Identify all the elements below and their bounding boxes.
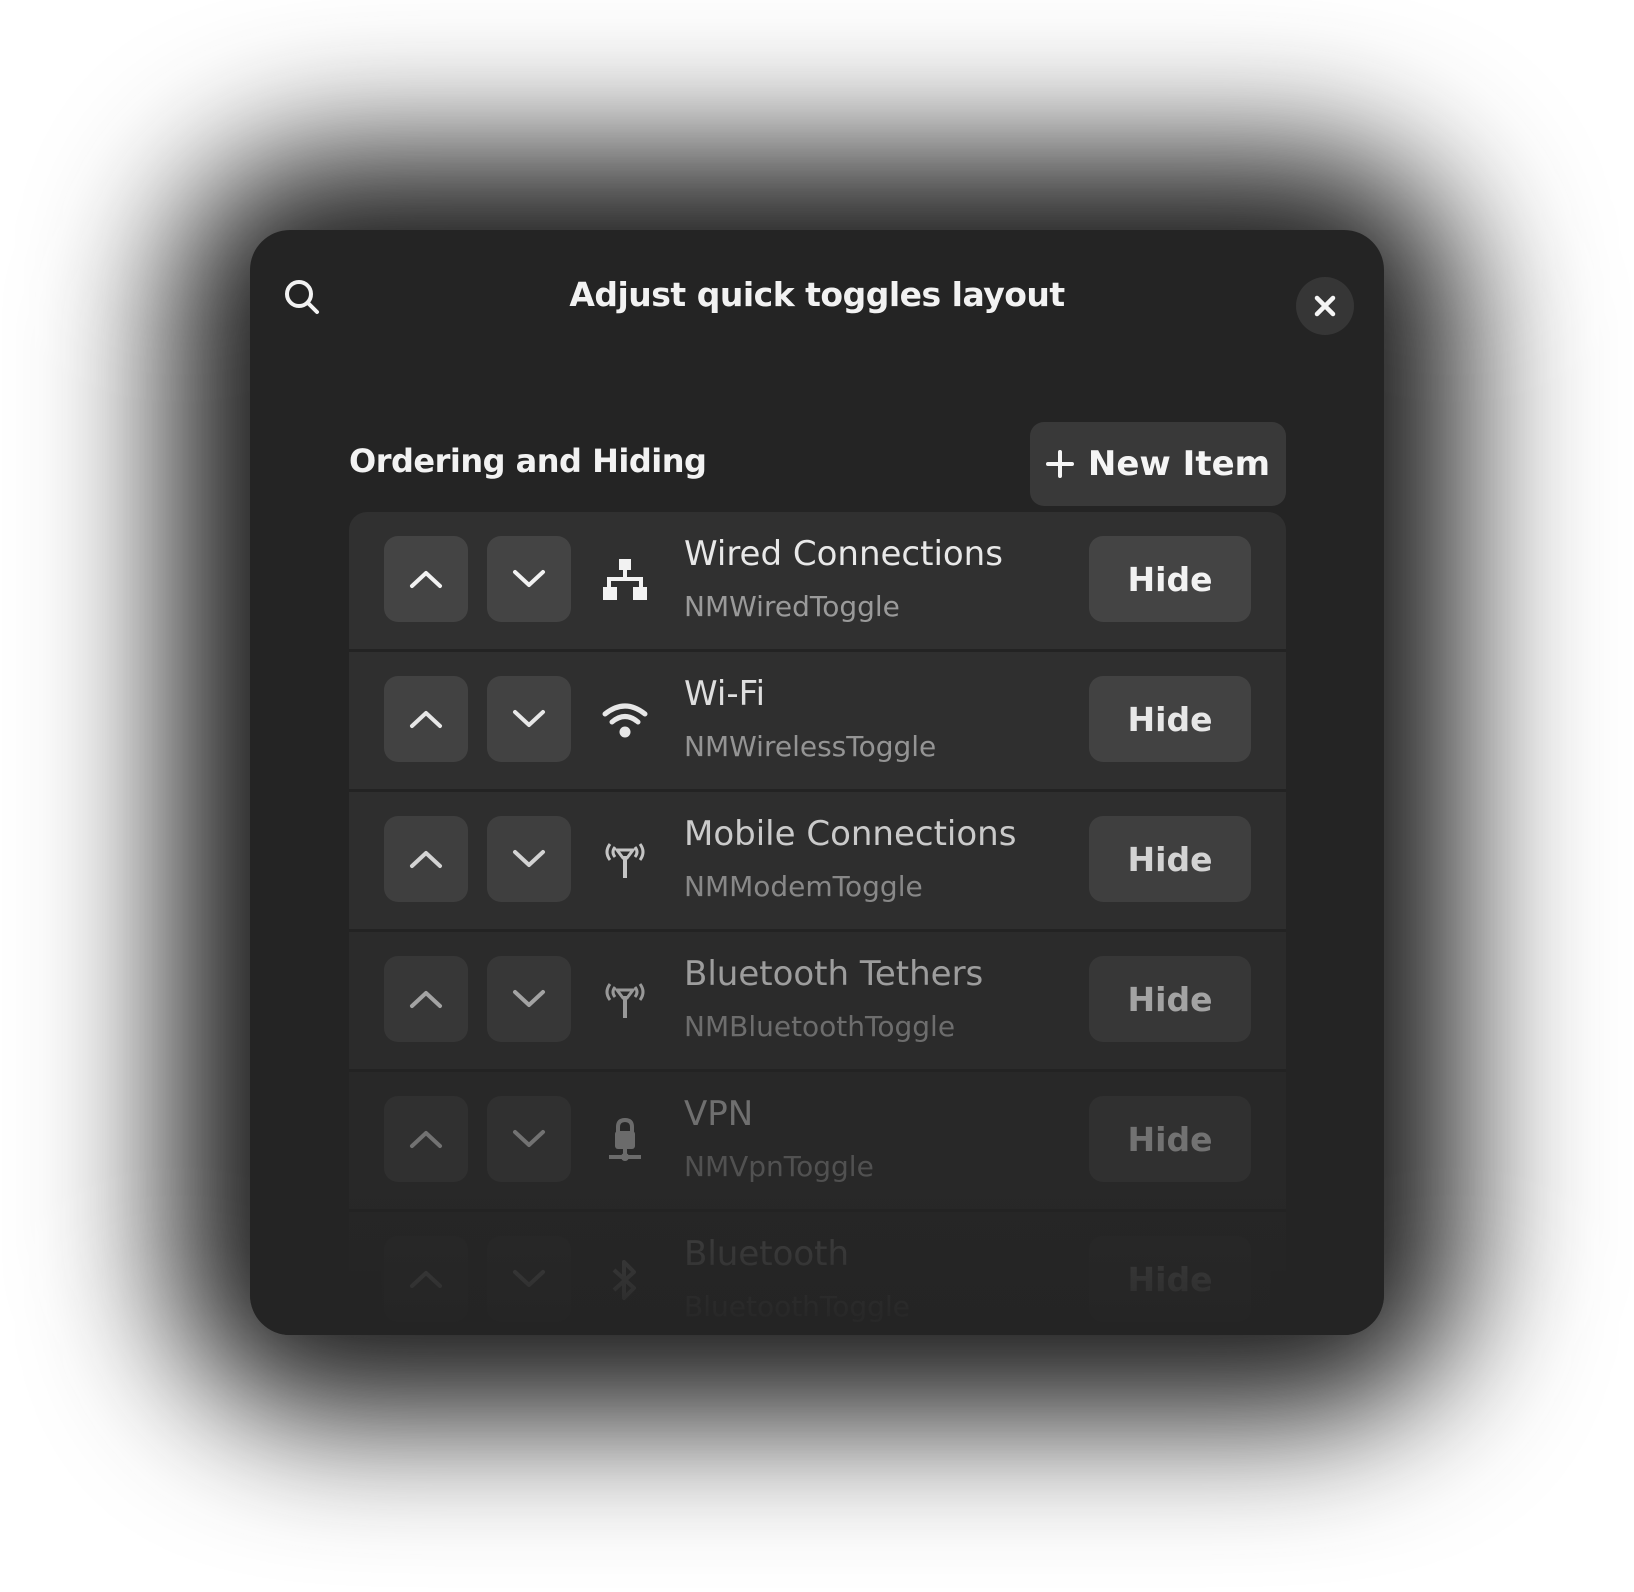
dialog-window: Adjust quick toggles layout Ordering and…	[250, 230, 1384, 1335]
section-header: Ordering and Hiding New Item	[349, 422, 1286, 514]
hide-button[interactable]: Hide	[1089, 816, 1251, 902]
vpn-lock-icon	[599, 1114, 651, 1166]
list-item: Wi-Fi NMWirelessToggle Hide	[349, 652, 1286, 792]
close-button[interactable]	[1296, 277, 1354, 335]
hide-button[interactable]: Hide	[1089, 1096, 1251, 1182]
close-icon	[1313, 294, 1337, 318]
item-title: Mobile Connections	[684, 814, 1017, 854]
list-item: Bluetooth Tethers NMBluetoothToggle Hide	[349, 932, 1286, 1072]
chevron-up-icon	[409, 989, 443, 1009]
item-subtitle: NMVpnToggle	[684, 1150, 874, 1183]
item-subtitle: BluetoothToggle	[684, 1290, 910, 1323]
hide-button[interactable]: Hide	[1089, 536, 1251, 622]
wired-network-icon	[599, 554, 651, 606]
item-title: Bluetooth Tethers	[684, 954, 984, 994]
move-up-button[interactable]	[384, 676, 468, 762]
item-title: Bluetooth	[684, 1234, 850, 1274]
list-item: Mobile Connections NMModemToggle Hide	[349, 792, 1286, 932]
move-down-button[interactable]	[487, 956, 571, 1042]
move-up-button[interactable]	[384, 956, 468, 1042]
move-up-button[interactable]	[384, 816, 468, 902]
list-item: Bluetooth BluetoothToggle Hide	[349, 1212, 1286, 1335]
chevron-down-icon	[512, 989, 546, 1009]
hide-button[interactable]: Hide	[1089, 1236, 1251, 1322]
move-up-button[interactable]	[384, 536, 468, 622]
dialog-title: Adjust quick toggles layout	[569, 275, 1065, 314]
item-subtitle: NMBluetoothToggle	[684, 1010, 956, 1043]
move-down-button[interactable]	[487, 1096, 571, 1182]
item-title: Wi-Fi	[684, 674, 766, 714]
move-up-button[interactable]	[384, 1096, 468, 1182]
item-title: Wired Connections	[684, 534, 1003, 574]
chevron-down-icon	[512, 569, 546, 589]
chevron-up-icon	[409, 1269, 443, 1289]
plus-icon	[1045, 450, 1074, 478]
toggle-list: Wired Connections NMWiredToggle Hide Wi-…	[349, 512, 1286, 1335]
move-up-button[interactable]	[384, 1236, 468, 1322]
new-item-button[interactable]: New Item	[1030, 422, 1286, 506]
chevron-up-icon	[409, 849, 443, 869]
section-title: Ordering and Hiding	[349, 442, 707, 480]
antenna-icon	[599, 834, 651, 886]
list-item: VPN NMVpnToggle Hide	[349, 1072, 1286, 1212]
chevron-up-icon	[409, 569, 443, 589]
ordering-section: Ordering and Hiding New Item Wired Conne…	[349, 422, 1286, 1335]
move-down-button[interactable]	[487, 816, 571, 902]
hide-button[interactable]: Hide	[1089, 956, 1251, 1042]
chevron-up-icon	[409, 1129, 443, 1149]
wifi-icon	[599, 694, 651, 746]
item-subtitle: NMModemToggle	[684, 870, 923, 903]
item-subtitle: NMWirelessToggle	[684, 730, 937, 763]
move-down-button[interactable]	[487, 1236, 571, 1322]
list-item: Wired Connections NMWiredToggle Hide	[349, 512, 1286, 652]
header-bar: Adjust quick toggles layout	[250, 230, 1384, 340]
item-subtitle: NMWiredToggle	[684, 590, 900, 623]
move-down-button[interactable]	[487, 676, 571, 762]
new-item-label: New Item	[1087, 444, 1271, 484]
antenna-icon	[599, 974, 651, 1026]
chevron-down-icon	[512, 849, 546, 869]
chevron-down-icon	[512, 1269, 546, 1289]
bluetooth-icon	[599, 1254, 651, 1306]
chevron-up-icon	[409, 709, 443, 729]
chevron-down-icon	[512, 709, 546, 729]
move-down-button[interactable]	[487, 536, 571, 622]
hide-button[interactable]: Hide	[1089, 676, 1251, 762]
chevron-down-icon	[512, 1129, 546, 1149]
item-title: VPN	[684, 1094, 754, 1134]
